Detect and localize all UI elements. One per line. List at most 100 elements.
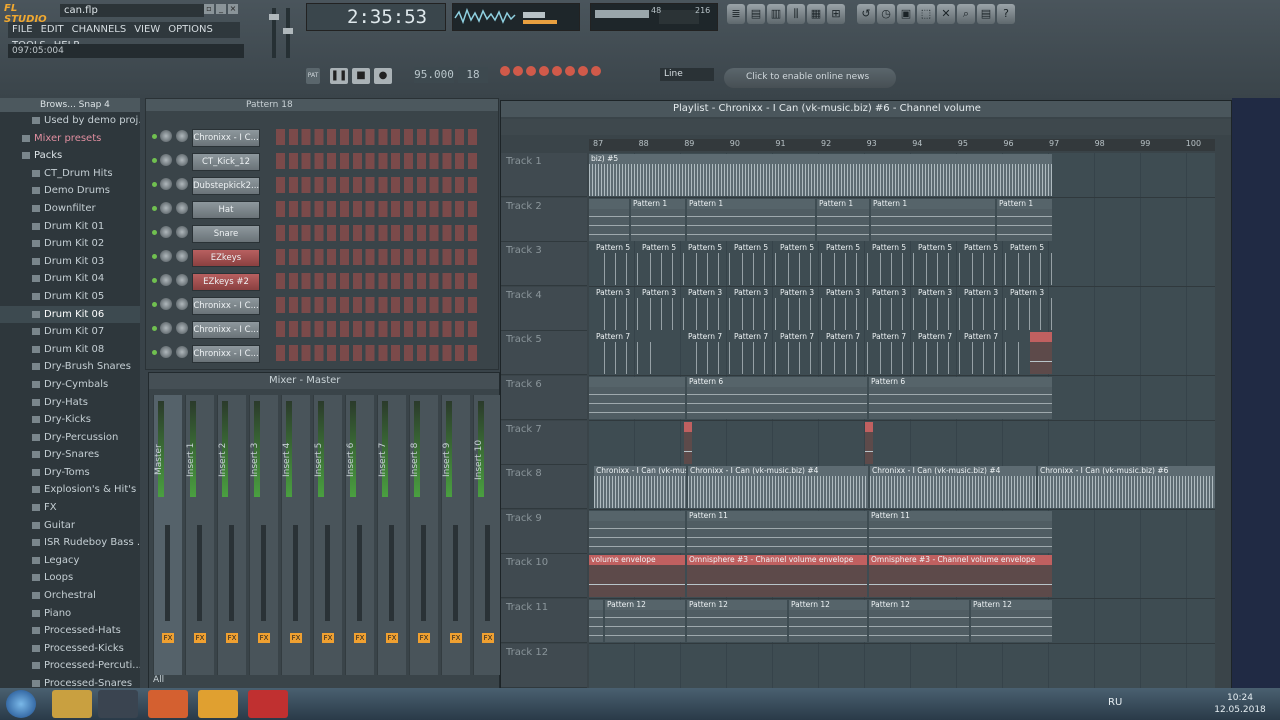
playlist-clip[interactable]: Pattern 5 <box>870 243 914 286</box>
mixer-strip[interactable]: Insert 8 FX <box>409 395 438 675</box>
rec-option-icon[interactable] <box>539 66 549 76</box>
playlist-clip[interactable] <box>1008 332 1028 375</box>
playlist-clip[interactable]: Pattern 1 <box>817 198 869 241</box>
tempo-display[interactable]: 95.000 <box>414 67 454 83</box>
channel-name-button[interactable]: EZkeys <box>192 249 260 267</box>
browser-item[interactable]: Dry-Cymbals <box>0 376 140 394</box>
playlist-clip[interactable]: Pattern 3 <box>732 288 776 330</box>
track-name[interactable]: Track 7 <box>501 420 587 465</box>
browser-item[interactable]: CT_Drum Hits <box>0 165 140 183</box>
playlist-clip[interactable]: Pattern 11 <box>687 510 867 553</box>
playlist-clip[interactable]: Pattern 7 <box>732 332 776 375</box>
channel-name-button[interactable]: EZkeys #2 <box>192 273 260 291</box>
volume-knob[interactable] <box>176 130 188 142</box>
channel-name-button[interactable]: Dubstepkick2... <box>192 177 260 195</box>
mixer-strip[interactable]: Insert 9 FX <box>441 395 470 675</box>
channel-led-icon[interactable] <box>152 134 157 139</box>
step-sequencer[interactable] <box>276 201 481 217</box>
track-lane[interactable]: Pattern 11 Pattern 11 <box>589 509 1215 555</box>
track-name[interactable]: Track 9 <box>501 509 587 554</box>
pattern-number[interactable]: 18 <box>458 67 488 83</box>
volume-knob[interactable] <box>176 274 188 286</box>
step-sequencer[interactable] <box>276 297 481 313</box>
playlist-clip[interactable]: Pattern 3 <box>870 288 914 330</box>
browser-item[interactable]: Used by demo proj... <box>0 112 140 130</box>
start-button[interactable] <box>6 690 36 718</box>
volume-knob[interactable] <box>176 250 188 262</box>
volume-fader[interactable] <box>165 525 170 621</box>
playlist-icon[interactable]: ≣ <box>727 4 745 24</box>
playlist-clip[interactable] <box>589 600 603 642</box>
playlist-clip[interactable]: Chronixx - I Can (vk-music... <box>594 466 686 509</box>
volume-fader[interactable] <box>197 525 202 621</box>
channel-name-button[interactable]: Chronixx - I C... <box>192 129 260 147</box>
channel-led-icon[interactable] <box>152 254 157 259</box>
track-name[interactable]: Track 11 <box>501 599 587 643</box>
volume-knob[interactable] <box>176 298 188 310</box>
channel-led-icon[interactable] <box>152 278 157 283</box>
track-lane[interactable] <box>589 420 1215 466</box>
playlist-clip[interactable]: Pattern 3 <box>594 288 638 330</box>
mixer-title[interactable]: Mixer - Master <box>149 373 499 389</box>
playlist-clip[interactable]: Pattern 3 <box>824 288 868 330</box>
playlist-clip[interactable] <box>640 332 660 375</box>
browser-item[interactable]: Dry-Toms <box>0 464 140 482</box>
volume-knob[interactable] <box>176 346 188 358</box>
help-icon[interactable]: ? <box>997 4 1015 24</box>
playlist-clip[interactable]: Pattern 5 <box>1008 243 1052 286</box>
volume-fader[interactable] <box>421 525 426 621</box>
playlist-clip[interactable] <box>865 421 873 464</box>
browser-item[interactable]: Processed-Percuti... <box>0 657 140 675</box>
browser-item[interactable]: Piano <box>0 605 140 623</box>
online-news-button[interactable]: Click to enable online news <box>724 68 896 88</box>
track-lane[interactable]: Chronixx - I Can (vk-music... Chronixx - … <box>589 465 1215 511</box>
channel-name-button[interactable]: Chronixx - I C... <box>192 321 260 339</box>
restore-icon[interactable]: ▫ <box>204 4 214 14</box>
playlist-clip[interactable]: Pattern 1 <box>631 198 685 241</box>
playlist-clip[interactable]: Pattern 3 <box>778 288 822 330</box>
playlist-clip[interactable]: Chronixx - I Can (vk-music.biz) #4 <box>870 466 1036 509</box>
explorer-icon[interactable] <box>52 690 92 718</box>
playlist-clip[interactable]: Omnisphere #3 - Channel volume envelope <box>869 555 1052 598</box>
mixer-strip[interactable]: Insert 1 FX <box>185 395 214 675</box>
mixer-icon[interactable]: ⫼ <box>787 4 805 24</box>
playlist-clip[interactable] <box>589 377 685 419</box>
track-lane[interactable]: Pattern 5 Pattern 5 Pattern 5 Pattern 5 Patt… <box>589 242 1215 288</box>
channel-led-icon[interactable] <box>152 182 157 187</box>
rec-option-icon[interactable] <box>591 66 601 76</box>
playlist-clip[interactable]: Pattern 7 <box>916 332 960 375</box>
menu-item[interactable]: EDIT <box>37 22 68 38</box>
rec-option-icon[interactable] <box>500 66 510 76</box>
browser-icon[interactable]: ▦ <box>807 4 825 24</box>
playlist-clip[interactable]: Pattern 7 <box>686 332 730 375</box>
step-sequencer[interactable] <box>276 225 481 241</box>
pan-knob[interactable] <box>160 274 172 286</box>
browser-item[interactable]: Guitar <box>0 517 140 535</box>
rec-option-icon[interactable] <box>565 66 575 76</box>
browser-item[interactable]: Explosion's & Hit's <box>0 481 140 499</box>
media-player-icon[interactable] <box>98 690 138 718</box>
browser-item[interactable]: ISR Rudeboy Bass ... <box>0 534 140 552</box>
volume-knob[interactable] <box>176 322 188 334</box>
stop-icon[interactable]: ■ <box>352 68 370 84</box>
track-lane[interactable]: Pattern 7 Pattern 7 Pattern 7 Pattern 7 Patt… <box>589 331 1215 377</box>
playlist-clip[interactable]: Pattern 12 <box>789 600 867 642</box>
piano-roll-icon[interactable]: ▤ <box>747 4 765 24</box>
volume-fader[interactable] <box>485 525 490 621</box>
track-name[interactable]: Track 6 <box>501 376 587 420</box>
browser-item[interactable]: Dry-Percussion <box>0 429 140 447</box>
menu-item[interactable]: FILE <box>8 22 37 38</box>
volume-fader[interactable] <box>325 525 330 621</box>
mixer-strip[interactable]: Insert 7 FX <box>377 395 406 675</box>
pan-knob[interactable] <box>160 178 172 190</box>
step-sequencer[interactable] <box>276 249 481 265</box>
browser-item[interactable]: Demo Drums <box>0 182 140 200</box>
mixer-strip[interactable]: Master FX <box>153 395 182 675</box>
song-time-display[interactable]: 2:35:53 <box>306 3 446 31</box>
playlist-clip[interactable] <box>589 510 685 553</box>
browser-item[interactable]: Drum Kit 05 <box>0 288 140 306</box>
app-taskbar-icon[interactable] <box>248 690 288 718</box>
playlist-clip[interactable]: Pattern 5 <box>916 243 960 286</box>
channel-led-icon[interactable] <box>152 206 157 211</box>
playlist-clip[interactable] <box>684 421 692 464</box>
